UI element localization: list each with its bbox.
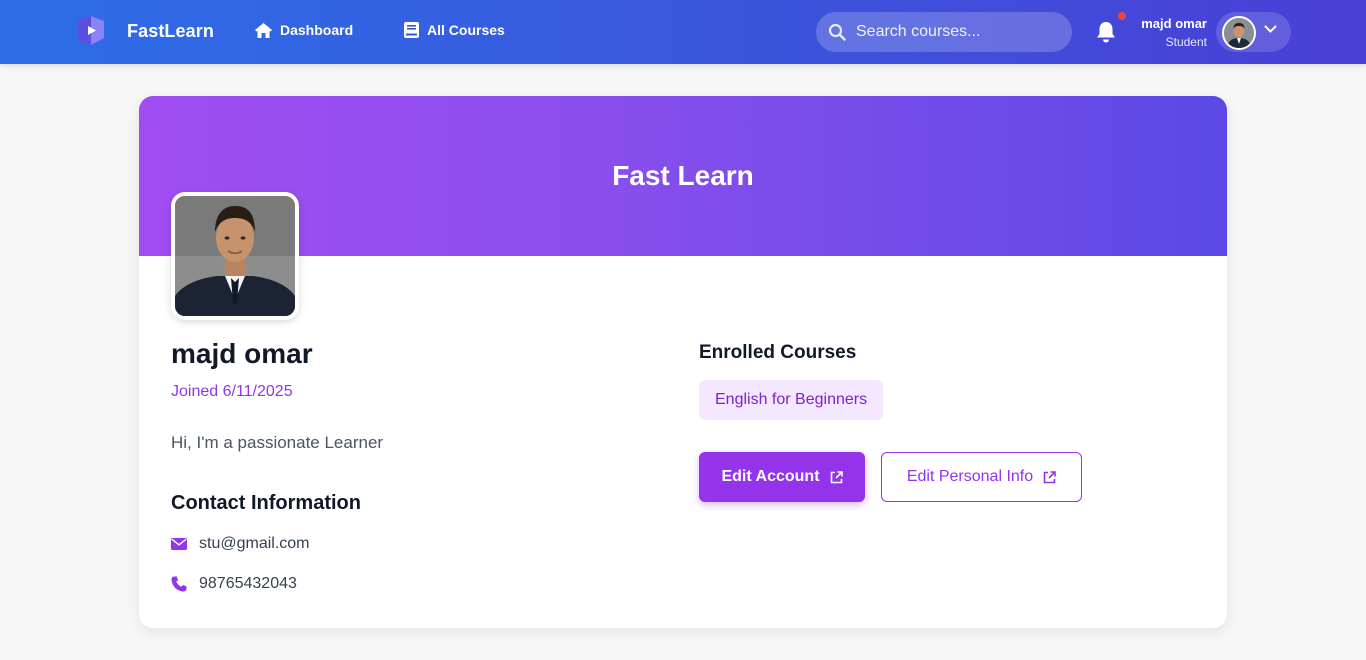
contact-email-row: stu@gmail.com [171,535,310,553]
search-bar[interactable] [816,12,1072,52]
nav-dashboard[interactable]: Dashboard [255,22,353,38]
nav-all-courses[interactable]: All Courses [404,22,505,38]
fastlearn-logo-icon[interactable] [75,16,107,46]
profile-card: Fast Learn majd omar Joined 6/11/2025 Hi… [139,96,1227,628]
enrolled-courses-title: Enrolled Courses [699,342,857,363]
brand-name[interactable]: FastLearn [127,21,214,42]
phone-icon [171,576,187,592]
chevron-down-icon[interactable] [1264,25,1277,34]
profile-bio: Hi, I'm a passionate Learner [171,433,384,452]
search-input[interactable] [856,23,1056,41]
course-badge[interactable]: English for Beginners [699,380,884,420]
user-role: Student [1165,35,1207,49]
external-link-icon [830,470,843,483]
profile-name: majd omar [171,338,313,369]
edit-personal-info-button[interactable]: Edit Personal Info [881,452,1082,502]
external-link-icon [1043,470,1056,483]
search-icon [828,23,846,41]
user-name: majd omar [1141,16,1207,31]
home-icon [255,22,272,38]
edit-personal-info-label: Edit Personal Info [906,468,1034,485]
profile-photo [171,192,299,320]
envelope-icon [171,538,187,550]
contact-phone-row: 98765432043 [171,575,297,593]
banner-title: Fast Learn [612,160,754,191]
nav-dashboard-label: Dashboard [280,22,354,38]
joined-date: Joined 6/11/2025 [171,383,293,400]
book-icon [404,22,419,38]
nav-all-courses-label: All Courses [427,22,505,38]
bell-icon[interactable] [1095,20,1117,44]
notification-dot [1118,12,1126,20]
contact-title: Contact Information [171,492,361,514]
contact-phone: 98765432043 [199,575,297,592]
profile-banner: Fast Learn [139,96,1227,256]
edit-account-button[interactable]: Edit Account [699,452,865,502]
user-avatar[interactable] [1222,16,1256,50]
top-navbar: FastLearn Dashboard All Courses majd oma… [0,0,1366,64]
contact-email: stu@gmail.com [199,535,310,552]
edit-account-label: Edit Account [721,468,820,485]
